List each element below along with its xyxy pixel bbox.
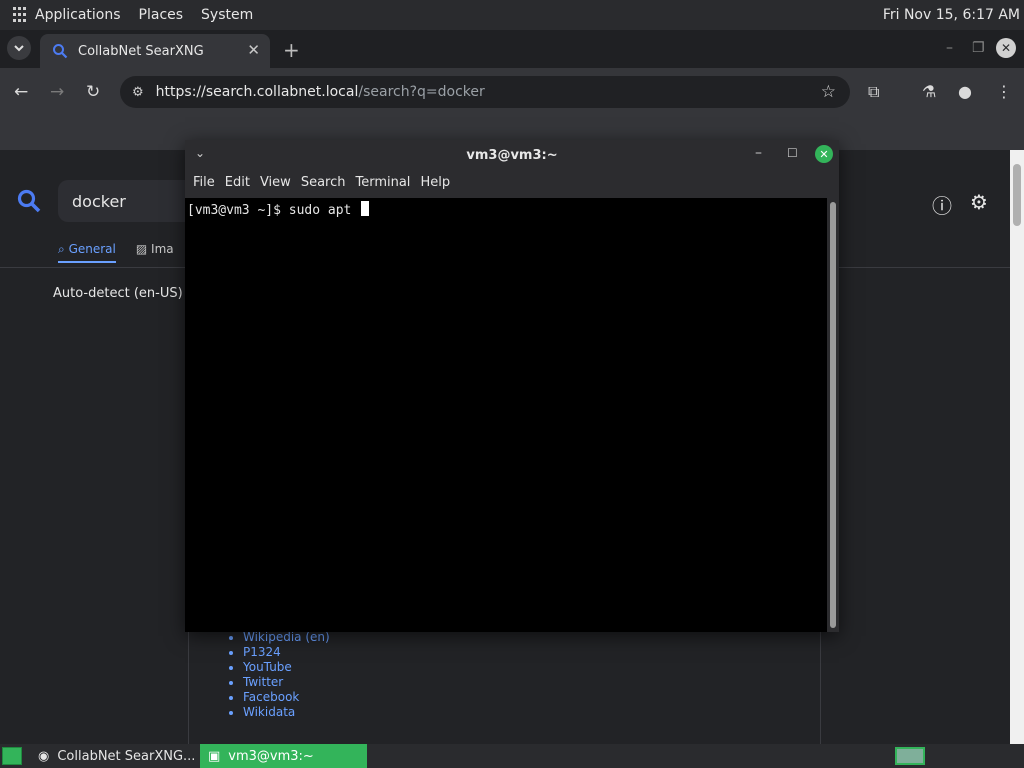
link-p1324[interactable]: P1324 (243, 645, 330, 660)
maximize-icon[interactable]: ❐ (972, 40, 985, 56)
menu-system[interactable]: System (201, 7, 253, 23)
gear-icon[interactable]: ⚙ (970, 190, 988, 214)
terminal-titlebar[interactable]: vm3@vm3:~ (185, 140, 839, 170)
reload-icon[interactable]: ↻ (86, 82, 100, 102)
chrome-icon: ◉ (38, 748, 50, 764)
terminal-menubar: File Edit View Search Terminal Help (185, 172, 452, 196)
text-cursor (361, 201, 370, 216)
new-tab-button[interactable]: + (283, 38, 300, 62)
top-panel: Applications Places System Fri Nov 15, 6… (0, 0, 1024, 30)
language-selector[interactable]: Auto-detect (en-US) (53, 286, 183, 301)
tab-search-button[interactable] (7, 36, 31, 60)
terminal-icon: ▣ (208, 748, 221, 764)
terminal-window[interactable]: vm3@vm3:~ ⌄ – ☐ ✕ File Edit View Search … (185, 140, 839, 632)
searxng-logo-search-icon[interactable] (16, 188, 42, 220)
terminal-close-button[interactable]: ✕ (815, 145, 833, 163)
link-wikidata[interactable]: Wikidata (243, 705, 330, 720)
forward-arrow-icon[interactable]: → (50, 82, 64, 102)
info-icon[interactable]: ⓘ (932, 190, 952, 219)
taskbar: ◉ CollabNet SearXNG... ▣ vm3@vm3:~ (0, 744, 1024, 768)
link-facebook[interactable]: Facebook (243, 690, 330, 705)
menu-places[interactable]: Places (139, 7, 184, 23)
scrollbar-thumb[interactable] (1013, 164, 1021, 226)
browser-toolbar: ← → ↻ ⚙ https://search.collabnet.local/s… (0, 68, 1024, 116)
applications-grid-icon[interactable] (13, 7, 29, 23)
search-icon: ⌕ (58, 242, 65, 256)
terminal-scrollbar-thumb[interactable] (830, 202, 836, 628)
menu-search[interactable]: Search (301, 172, 346, 196)
infobox-links: Wikipedia (en) P1324 YouTube Twitter Fac… (188, 620, 821, 744)
labs-flask-icon[interactable]: ⚗ (922, 82, 936, 101)
link-wikipedia[interactable]: Wikipedia (en) (243, 630, 330, 645)
tab-title: CollabNet SearXNG (78, 43, 204, 59)
menu-edit[interactable]: Edit (225, 172, 250, 196)
search-icon (53, 44, 68, 59)
menu-help[interactable]: Help (420, 172, 450, 196)
menu-applications[interactable]: Applications (35, 7, 121, 23)
link-twitter[interactable]: Twitter (243, 675, 330, 690)
chevron-down-icon (14, 45, 24, 52)
tab-images[interactable]: ▨ Ima (136, 242, 174, 263)
profile-avatar-icon[interactable]: ● (958, 82, 972, 101)
bookmark-star-icon[interactable]: ☆ (821, 82, 836, 102)
taskbar-item-browser[interactable]: ◉ CollabNet SearXNG... (30, 744, 200, 768)
chevron-down-icon[interactable]: ⌄ (195, 146, 205, 160)
minimize-icon[interactable]: – (946, 40, 953, 56)
menu-terminal[interactable]: Terminal (355, 172, 410, 196)
site-settings-icon[interactable]: ⚙ (132, 85, 144, 100)
url-path: /search?q=docker (358, 84, 485, 100)
more-menu-icon[interactable]: ⋮ (996, 82, 1012, 101)
url-host: https://search.collabnet.local (155, 84, 359, 100)
terminal-title: vm3@vm3:~ (466, 147, 558, 163)
show-desktop-button[interactable] (2, 747, 22, 765)
page-scrollbar[interactable] (1010, 150, 1024, 744)
address-bar[interactable]: ⚙ https://search.collabnet.local/search?… (120, 76, 850, 108)
clock[interactable]: Fri Nov 15, 6:17 AM (883, 7, 1020, 23)
menu-file[interactable]: File (193, 172, 215, 196)
tab-general[interactable]: ⌕ General (58, 242, 116, 263)
browser-tab-searxng[interactable]: CollabNet SearXNG ✕ (40, 34, 270, 68)
window-close-button[interactable]: ✕ (996, 38, 1016, 58)
extensions-icon[interactable]: ⧉ (868, 82, 879, 102)
image-icon: ▨ (135, 242, 148, 256)
maximize-icon[interactable]: ☐ (787, 146, 798, 160)
menu-view[interactable]: View (260, 172, 291, 196)
taskbar-item-terminal[interactable]: ▣ vm3@vm3:~ (200, 744, 367, 768)
terminal-output[interactable]: [vm3@vm3 ~]$ sudo apt (185, 198, 827, 632)
minimize-icon[interactable]: – (755, 145, 762, 161)
terminal-scrollbar[interactable] (827, 198, 839, 632)
prompt-line: [vm3@vm3 ~]$ sudo apt (187, 203, 360, 218)
category-tabs: ⌕ General ▨ Ima (58, 242, 174, 263)
back-arrow-icon[interactable]: ← (14, 82, 28, 102)
workspace-switcher[interactable] (895, 747, 925, 765)
close-icon[interactable]: ✕ (247, 41, 260, 59)
search-icon (17, 189, 41, 213)
link-youtube[interactable]: YouTube (243, 660, 330, 675)
